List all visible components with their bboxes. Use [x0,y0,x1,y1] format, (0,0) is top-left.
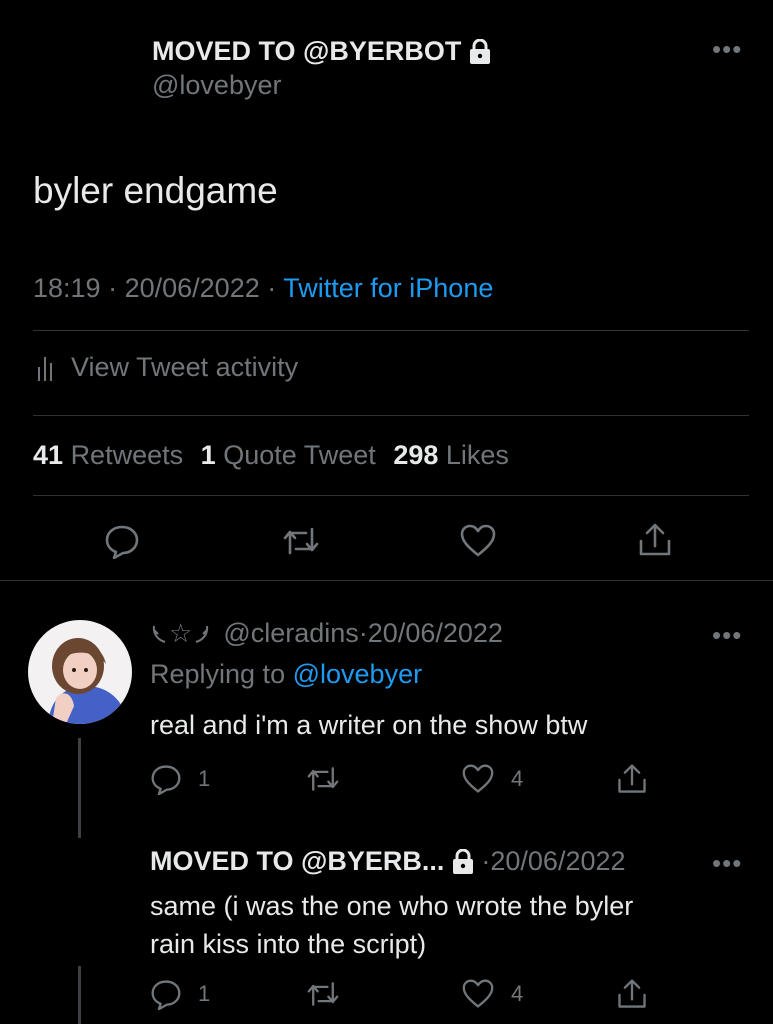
retweets-label: Retweets [70,440,184,470]
view-tweet-activity-label: View Tweet activity [71,352,299,382]
more-options-icon[interactable]: ••• [712,850,742,876]
reply-date: 20/06/2022 [490,846,626,876]
view-tweet-activity[interactable]: View Tweet activity [33,352,298,383]
lock-icon [468,38,492,65]
divider [33,330,749,331]
author-display-name[interactable]: MOVED TO @BYERBOT [152,36,461,67]
quotes-label: Quote Tweet [223,440,376,470]
retweets-stat[interactable]: 41 Retweets [33,440,191,470]
leaf-decoration-icon [193,622,211,646]
like-icon [461,978,495,1010]
lock-icon [451,848,475,875]
meta-separator: · [108,273,125,303]
retweet-icon[interactable] [281,523,321,559]
tweet-stats: 41 Retweets 1 Quote Tweet 298 Likes [33,440,509,471]
like-count: 4 [511,766,524,791]
retweets-count: 41 [33,440,64,470]
reply-header: MOVED TO @BYERB... · 20/06/2022 [150,846,626,877]
likes-count: 298 [393,440,439,470]
like-action[interactable]: 4 [461,763,523,795]
reply-handle[interactable]: @cleradins [223,618,358,649]
replying-to-label: Replying to [150,659,286,689]
tweet-source-link[interactable]: Twitter for iPhone [283,273,493,303]
author-handle[interactable]: @lovebyer [152,70,492,101]
divider [33,495,749,496]
display-name-emoji[interactable]: ☆ [169,618,192,649]
likes-stat[interactable]: 298 Likes [393,440,509,470]
reply-icon[interactable] [104,523,140,559]
thread-line [78,738,81,838]
meta-separator: · [358,618,368,648]
meta-separator: · [267,273,284,303]
activity-bars-icon [33,353,59,383]
reply-display-name[interactable]: MOVED TO @BYERB... [150,846,444,877]
reply-count: 1 [198,766,211,791]
reply-text: same (i was the one who wrote the byler … [150,887,633,963]
reply-action[interactable]: 1 [150,978,210,1010]
divider [33,415,749,416]
like-action[interactable]: 4 [461,978,523,1010]
reply-text-line: rain kiss into the script) [150,929,427,959]
tweet-meta: 18:19 · 20/06/2022 · Twitter for iPhone [33,273,493,304]
reply-action[interactable]: 1 [150,763,210,795]
retweet-icon[interactable] [305,763,341,795]
retweet-icon[interactable] [305,978,341,1010]
reply-text-line: same (i was the one who wrote the byler [150,891,634,921]
divider [0,580,773,581]
reply-icon [150,763,182,795]
tweet-time: 18:19 [33,273,101,303]
reply-date: 20/06/2022 [367,618,503,648]
leaf-decoration-icon [150,622,168,646]
avatar[interactable] [28,620,132,724]
reply-text: real and i'm a writer on the show btw [150,710,588,740]
tweet-text: byler endgame [33,170,278,211]
share-icon[interactable] [615,762,649,796]
like-icon [461,763,495,795]
quotes-count: 1 [200,440,216,470]
quotes-stat[interactable]: 1 Quote Tweet [201,440,384,470]
likes-label: Likes [445,440,509,470]
reply-count: 1 [198,981,211,1006]
meta-separator: · [481,846,491,876]
thread-line [78,966,81,1024]
replying-to: Replying to @lovebyer [150,659,422,690]
tweet-header: MOVED TO @BYERBOT @lovebyer [152,36,492,101]
like-count: 4 [511,981,524,1006]
more-options-icon[interactable]: ••• [712,622,742,648]
share-icon[interactable] [636,521,674,559]
like-icon[interactable] [459,523,497,559]
tweet-date: 20/06/2022 [124,273,260,303]
replying-to-handle[interactable]: @lovebyer [293,659,422,689]
more-options-icon[interactable]: ••• [712,36,742,62]
reply-header: ☆ @cleradins · 20/06/2022 [150,618,503,649]
share-icon[interactable] [615,977,649,1011]
reply-icon [150,978,182,1010]
